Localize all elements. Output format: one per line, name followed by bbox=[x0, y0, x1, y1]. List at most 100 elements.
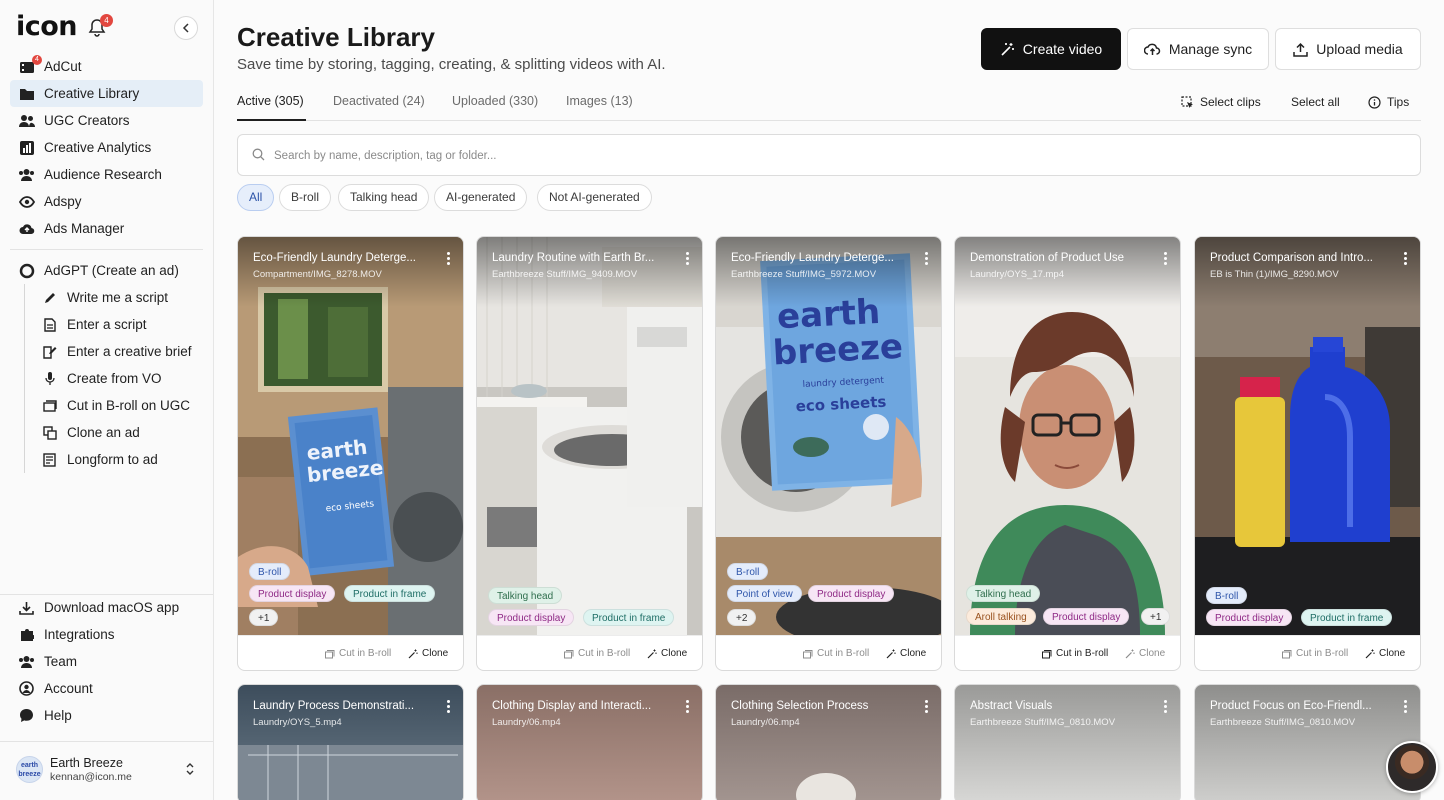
sidebar-item-clone-ad[interactable]: Clone an ad bbox=[27, 419, 203, 446]
more-options-icon[interactable] bbox=[684, 700, 690, 714]
sidebar-item-ugc-creators[interactable]: UGC Creators bbox=[10, 107, 203, 134]
tab-deactivated[interactable]: Deactivated (24) bbox=[333, 94, 425, 108]
cut-in-broll-button[interactable]: Cut in B-roll bbox=[803, 648, 869, 659]
tag-badge: Product in frame bbox=[583, 609, 675, 626]
filter-all[interactable]: All bbox=[237, 184, 275, 211]
page-title: Creative Library bbox=[237, 22, 435, 52]
media-card[interactable]: Clothing Display and Interacti... Laundr… bbox=[476, 684, 703, 800]
clip-title: Eco-Friendly Laundry Deterge... bbox=[731, 252, 894, 264]
more-options-icon[interactable] bbox=[684, 252, 690, 266]
more-options-icon[interactable] bbox=[445, 700, 451, 714]
sidebar-item-ads-manager[interactable]: Ads Manager bbox=[10, 215, 203, 242]
sidebar-item-label: Audience Research bbox=[44, 167, 162, 182]
account-switcher[interactable]: earth breeze Earth Breeze kennan@icon.me bbox=[16, 752, 198, 788]
sidebar-item-download-app[interactable]: Download macOS app bbox=[10, 594, 203, 621]
clone-label: Clone bbox=[661, 648, 688, 659]
sidebar-item-enter-script[interactable]: Enter a script bbox=[27, 311, 203, 338]
cloud-upload-icon bbox=[18, 220, 35, 237]
clone-label: Clone bbox=[1139, 648, 1166, 659]
support-chat-avatar[interactable] bbox=[1386, 741, 1438, 793]
cut-in-broll-label: Cut in B-roll bbox=[1056, 648, 1109, 659]
sidebar-item-label: Enter a script bbox=[67, 317, 147, 332]
microphone-icon bbox=[41, 370, 58, 387]
sidebar-item-account[interactable]: Account bbox=[10, 675, 203, 702]
clone-button[interactable]: Clone bbox=[647, 648, 687, 659]
media-card[interactable]: Laundry Routine with Earth Br... Earthbr… bbox=[476, 236, 703, 671]
app-logo[interactable]: icon bbox=[16, 11, 78, 42]
clip-path: Earthbreeze Stuff/IMG_0810.MOV bbox=[1210, 717, 1356, 728]
sidebar-item-longform[interactable]: Longform to ad bbox=[27, 446, 203, 473]
media-card[interactable]: Clothing Selection Process Laundry/06.mp… bbox=[715, 684, 942, 800]
cut-in-broll-button[interactable]: Cut in B-roll bbox=[325, 648, 391, 659]
more-options-icon[interactable] bbox=[1402, 700, 1408, 714]
more-tags-badge[interactable]: +1 bbox=[1141, 608, 1171, 625]
tips-button[interactable]: Tips bbox=[1368, 95, 1409, 109]
clone-button[interactable]: Clone bbox=[1365, 648, 1405, 659]
media-card[interactable]: Laundry Process Demonstrati... Laundry/O… bbox=[237, 684, 464, 800]
manage-sync-button[interactable]: Manage sync bbox=[1127, 28, 1269, 70]
media-card[interactable]: Product Focus on Eco-Friendl... Earthbre… bbox=[1194, 684, 1421, 800]
sidebar-item-team[interactable]: Team bbox=[10, 648, 203, 675]
select-cursor-icon bbox=[1181, 95, 1194, 109]
clone-button[interactable]: Clone bbox=[408, 648, 448, 659]
sidebar-item-adcut[interactable]: 4 AdCut bbox=[10, 53, 203, 80]
filter-not-ai-generated[interactable]: Not AI-generated bbox=[537, 184, 652, 211]
more-options-icon[interactable] bbox=[445, 252, 451, 266]
more-tags-badge[interactable]: +2 bbox=[727, 609, 757, 626]
more-options-icon[interactable] bbox=[923, 252, 929, 266]
users-icon bbox=[18, 112, 35, 129]
clip-path: Laundry/OYS_17.mp4 bbox=[970, 269, 1065, 280]
cut-in-broll-button[interactable]: Cut in B-roll bbox=[1282, 648, 1348, 659]
media-card[interactable]: earth breeze laundry detergent eco sheet… bbox=[715, 236, 942, 671]
tab-active[interactable]: Active (305) bbox=[237, 94, 304, 108]
sidebar-item-cut-in-broll[interactable]: Cut in B-roll on UGC bbox=[27, 392, 203, 419]
eye-icon bbox=[18, 193, 35, 210]
filter-b-roll[interactable]: B-roll bbox=[279, 184, 332, 211]
sidebar-item-label: Create from VO bbox=[67, 371, 162, 386]
upload-media-button[interactable]: Upload media bbox=[1275, 28, 1421, 70]
sidebar-item-help[interactable]: Help bbox=[10, 702, 203, 729]
tag-badge: Point of view bbox=[727, 585, 802, 602]
more-options-icon[interactable] bbox=[923, 700, 929, 714]
tab-images[interactable]: Images (13) bbox=[566, 94, 633, 108]
sidebar-item-write-script[interactable]: Write me a script bbox=[27, 284, 203, 311]
sidebar-item-create-from-vo[interactable]: Create from VO bbox=[27, 365, 203, 392]
sidebar-item-creative-library[interactable]: Creative Library bbox=[10, 80, 203, 107]
sidebar-item-creative-analytics[interactable]: Creative Analytics bbox=[10, 134, 203, 161]
tab-uploaded[interactable]: Uploaded (330) bbox=[452, 94, 538, 108]
media-card[interactable]: Demonstration of Product Use Laundry/OYS… bbox=[954, 236, 1181, 671]
sidebar-item-integrations[interactable]: Integrations bbox=[10, 621, 203, 648]
select-clips-button[interactable]: Select clips bbox=[1181, 95, 1261, 109]
clone-button[interactable]: Clone bbox=[1125, 648, 1165, 659]
video-thumbnail[interactable] bbox=[1195, 237, 1420, 635]
filter-talking-head[interactable]: Talking head bbox=[338, 184, 430, 211]
sidebar-item-creative-brief[interactable]: Enter a creative brief bbox=[27, 338, 203, 365]
more-options-icon[interactable] bbox=[1162, 700, 1168, 714]
filter-ai-generated[interactable]: AI-generated bbox=[434, 184, 528, 211]
video-thumbnail[interactable] bbox=[955, 237, 1180, 635]
cut-in-broll-button[interactable]: Cut in B-roll bbox=[1042, 648, 1108, 659]
media-card[interactable]: earth breeze eco sheets Eco-Friendly Lau… bbox=[237, 236, 464, 671]
select-all-button[interactable]: Select all bbox=[1291, 95, 1340, 109]
sidebar-item-adgpt[interactable]: AdGPT (Create an ad) bbox=[10, 257, 203, 284]
video-thumbnail[interactable] bbox=[477, 237, 702, 635]
media-card[interactable]: Product Comparison and Intro... EB is Th… bbox=[1194, 236, 1421, 671]
search-icon bbox=[252, 148, 265, 166]
sidebar-item-adspy[interactable]: Adspy bbox=[10, 188, 203, 215]
search-input[interactable] bbox=[274, 143, 1374, 169]
cut-in-broll-button[interactable]: Cut in B-roll bbox=[564, 648, 630, 659]
edit-doc-icon bbox=[41, 343, 58, 360]
collapse-sidebar-button[interactable] bbox=[174, 16, 198, 40]
card-actions: Cut in B-roll Clone bbox=[716, 635, 941, 670]
clip-title: Abstract Visuals bbox=[970, 700, 1053, 712]
more-tags-badge[interactable]: +1 bbox=[249, 609, 279, 626]
clone-label: Clone bbox=[900, 648, 927, 659]
sidebar-item-audience-research[interactable]: Audience Research bbox=[10, 161, 203, 188]
more-options-icon[interactable] bbox=[1162, 252, 1168, 266]
media-card[interactable]: Abstract Visuals Earthbreeze Stuff/IMG_0… bbox=[954, 684, 1181, 800]
clone-button[interactable]: Clone bbox=[886, 648, 926, 659]
more-options-icon[interactable] bbox=[1402, 252, 1408, 266]
chevron-updown-icon[interactable] bbox=[184, 761, 196, 777]
team-icon bbox=[18, 653, 35, 670]
create-video-button[interactable]: Create video bbox=[981, 28, 1121, 70]
